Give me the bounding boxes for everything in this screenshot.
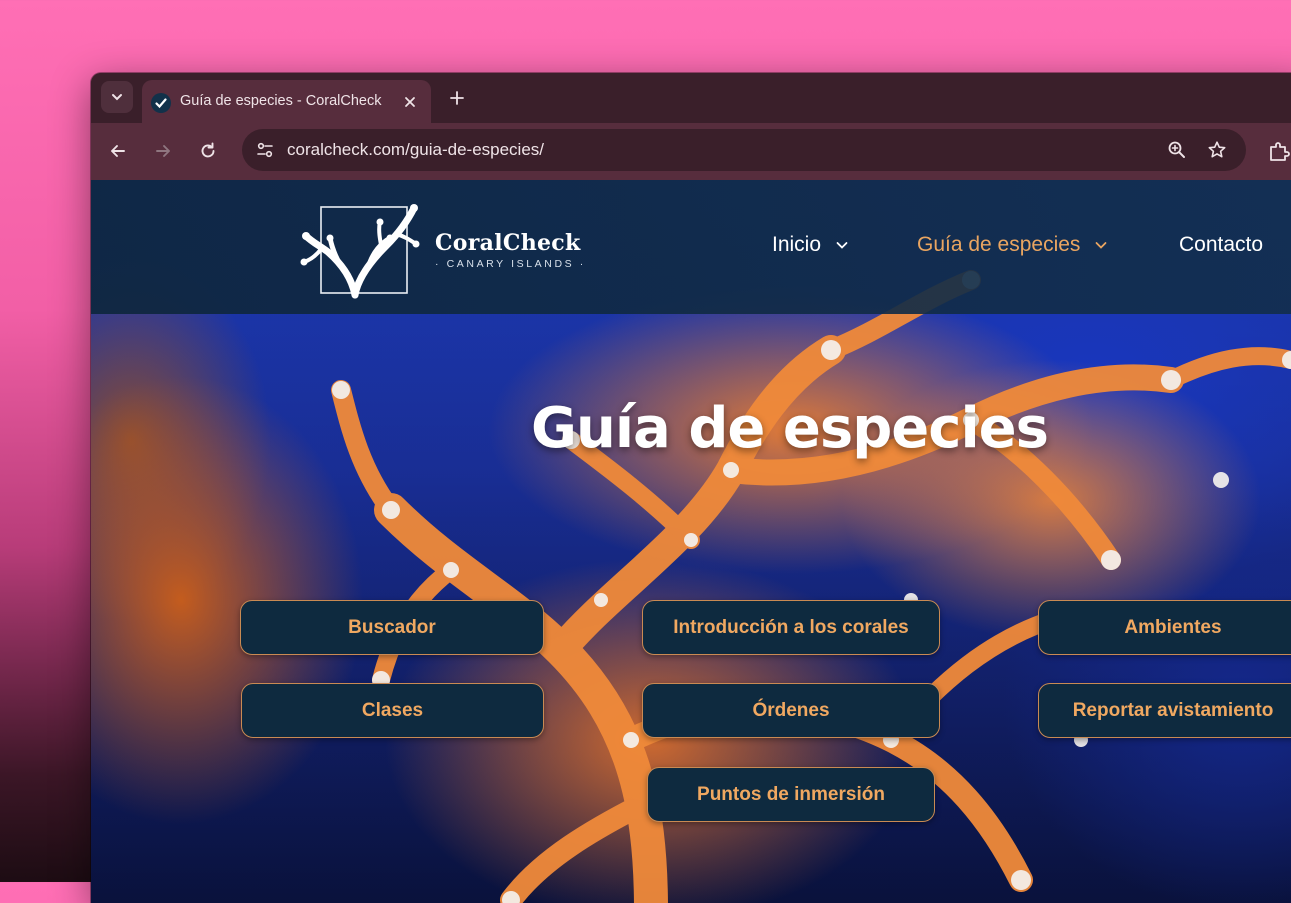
back-button[interactable] <box>106 139 130 163</box>
chevron-down-icon <box>836 242 848 249</box>
nav-item-inicio[interactable]: Inicio <box>772 233 849 257</box>
tab-title: Guía de especies - CoralCheck <box>180 93 382 109</box>
url-text[interactable]: coralcheck.com/guia-de-especies/ <box>287 140 544 160</box>
logo-wordmark[interactable]: CoralCheck · CANARY ISLANDS · <box>435 230 586 270</box>
arrow-left-icon <box>111 145 125 157</box>
tune-icon <box>257 142 273 158</box>
active-tab[interactable]: Guía de especies - CoralCheck <box>142 80 431 124</box>
bookmark-button[interactable] <box>1206 139 1228 161</box>
nav-item-guia-de-especies[interactable]: Guía de especies <box>917 233 1108 257</box>
puntos-de-inmersion-button[interactable]: Puntos de inmersión <box>647 767 935 822</box>
nav-label: Contacto <box>1179 233 1264 256</box>
coralcheck-favicon-icon <box>151 93 171 113</box>
reload-icon <box>201 142 215 158</box>
site-header: CoralCheck · CANARY ISLANDS · Inicio Guí… <box>91 180 1291 314</box>
zoom-in-icon <box>1168 141 1185 158</box>
ordenes-button[interactable]: Órdenes <box>642 683 940 738</box>
site-info-button[interactable] <box>250 135 280 165</box>
star-icon <box>1208 141 1226 158</box>
close-icon <box>405 97 415 107</box>
nav-label: Guía de especies <box>917 233 1081 256</box>
page-title: Guía de especies <box>531 396 1049 461</box>
tab-search-button[interactable] <box>101 81 133 113</box>
extensions-icon[interactable] <box>1267 139 1291 163</box>
new-tab-button[interactable] <box>446 87 468 109</box>
tab-strip: Guía de especies - CoralCheck <box>91 73 1291 124</box>
zoom-button[interactable] <box>1166 139 1188 161</box>
buscador-button[interactable]: Buscador <box>240 600 544 655</box>
coral-hero-background: CoralCheck · CANARY ISLANDS · Inicio Guí… <box>91 180 1291 903</box>
coral-logo-icon[interactable] <box>300 200 420 300</box>
clases-button[interactable]: Clases <box>241 683 544 738</box>
nav-item-contacto[interactable]: Contacto <box>1179 233 1263 257</box>
browser-window: Guía de especies - CoralCheck coralcheck… <box>91 73 1291 903</box>
nav-label: Inicio <box>772 233 822 256</box>
browser-toolbar: coralcheck.com/guia-de-especies/ <box>91 123 1291 180</box>
address-bar[interactable]: coralcheck.com/guia-de-especies/ <box>242 129 1246 171</box>
reload-button[interactable] <box>196 139 220 163</box>
logo-subtitle: · CANARY ISLANDS · <box>435 258 586 270</box>
introduccion-corales-button[interactable]: Introducción a los corales <box>642 600 940 655</box>
page-viewport: CoralCheck · CANARY ISLANDS · Inicio Guí… <box>91 180 1291 903</box>
close-tab-button[interactable] <box>401 93 419 111</box>
reportar-avistamiento-button[interactable]: Reportar avistamiento <box>1038 683 1291 738</box>
logo-title: CoralCheck <box>435 230 581 256</box>
forward-button[interactable] <box>151 139 175 163</box>
arrow-right-icon <box>156 145 170 157</box>
plus-icon <box>450 91 464 105</box>
ambientes-button[interactable]: Ambientes <box>1038 600 1291 655</box>
chevron-down-icon <box>112 94 122 101</box>
chevron-down-icon <box>1096 242 1107 249</box>
